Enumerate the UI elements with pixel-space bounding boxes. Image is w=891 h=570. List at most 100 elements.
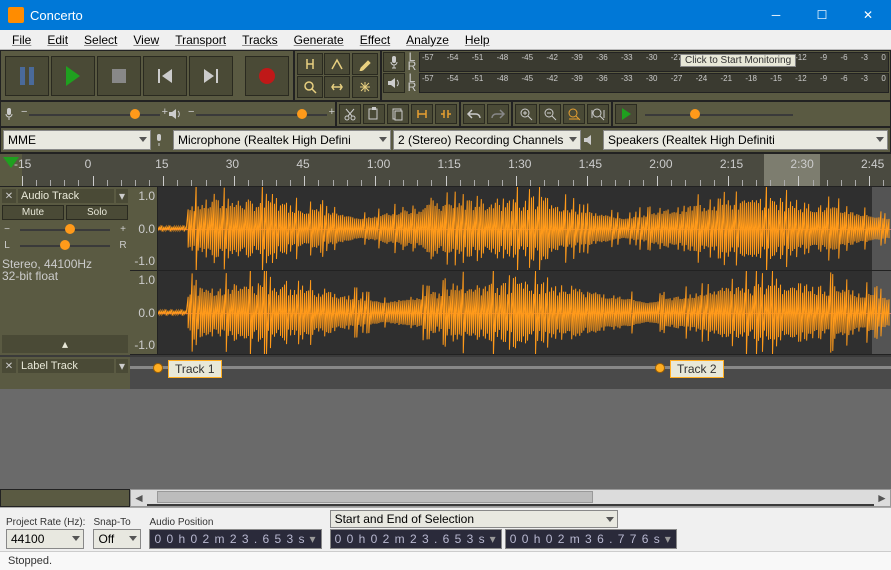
play-at-speed-button[interactable] <box>615 104 637 124</box>
audio-position-field[interactable]: 0 0 h 0 2 m 2 3 . 6 5 3 s▾ <box>149 529 321 549</box>
menu-generate[interactable]: Generate <box>286 31 352 49</box>
record-button[interactable] <box>245 56 289 96</box>
envelope-tool[interactable] <box>324 53 350 75</box>
menu-view[interactable]: View <box>125 31 167 49</box>
recording-channels-select[interactable]: 2 (Stereo) Recording Channels <box>393 130 581 150</box>
recording-volume-slider[interactable]: −+ <box>23 104 166 124</box>
track-control-panel: ✕ Audio Track ▾ Mute Solo − + L R Stereo… <box>0 187 130 355</box>
play-at-speed-toolbar <box>612 101 891 127</box>
label-track: ✕ Label Track ▾ Track 1 Track 2 <box>0 357 891 389</box>
label-track-name[interactable]: Label Track <box>18 359 114 373</box>
menu-file[interactable]: File <box>4 31 39 49</box>
menubar: File Edit Select View Transport Tracks G… <box>0 30 891 50</box>
trim-button[interactable] <box>411 104 433 124</box>
mic-meter-icon[interactable] <box>383 52 405 72</box>
app-icon <box>8 7 24 23</box>
zoom-out-button[interactable] <box>539 104 561 124</box>
label-track-close-button[interactable]: ✕ <box>2 359 16 373</box>
menu-select[interactable]: Select <box>76 31 125 49</box>
mic-icon <box>3 107 21 121</box>
zoom-tool[interactable] <box>297 76 323 98</box>
track-menu-button[interactable]: ▾ <box>116 189 128 203</box>
meter-lr-label-2: LR <box>407 74 417 92</box>
selection-toolbar: Project Rate (Hz): 44100 Snap-To Off Aud… <box>0 508 891 551</box>
speaker-meter-icon[interactable] <box>383 73 405 93</box>
project-rate-label: Project Rate (Hz): <box>6 517 85 528</box>
track-name[interactable]: Audio Track <box>18 189 114 203</box>
meter-hint: Click to Start Monitoring <box>680 54 796 67</box>
vertical-scale: 1.00.0-1.0 <box>130 187 158 270</box>
label-marker-1[interactable] <box>158 363 163 373</box>
track-format-info: Stereo, 44100Hz 32-bit float <box>2 258 128 282</box>
menu-effect[interactable]: Effect <box>352 31 398 49</box>
pause-button[interactable] <box>5 56 49 96</box>
selection-tool[interactable] <box>297 53 323 75</box>
close-button[interactable]: ✕ <box>845 0 891 30</box>
draw-tool[interactable] <box>352 53 378 75</box>
transport-toolbar <box>0 50 294 101</box>
selection-end-field[interactable]: 0 0 h 0 2 m 3 6 . 7 7 6 s▾ <box>505 529 677 549</box>
multi-tool[interactable] <box>352 76 378 98</box>
label-2[interactable]: Track 2 <box>670 360 724 378</box>
playback-speed-slider[interactable] <box>639 104 799 124</box>
tools-toolbar <box>294 50 381 101</box>
device-toolbar: MME Microphone (Realtek High Defini 2 (S… <box>0 127 891 153</box>
label-track-menu-button[interactable]: ▾ <box>116 359 128 373</box>
vertical-scale-2: 1.00.0-1.0 <box>130 271 158 354</box>
status-bar: Stopped. <box>0 551 891 570</box>
audio-host-select[interactable]: MME <box>3 130 151 150</box>
project-rate-select[interactable]: 44100 <box>6 529 84 549</box>
titlebar: Concerto ─ ☐ ✕ <box>0 0 891 30</box>
menu-transport[interactable]: Transport <box>167 31 234 49</box>
edit-toolbar <box>336 101 460 127</box>
fit-selection-button[interactable] <box>563 104 585 124</box>
playback-meter[interactable]: -57-54-51-48-45-42-39-36-33-30-27-24-21-… <box>419 73 889 93</box>
track-collapse-button[interactable]: ▴ <box>2 335 128 353</box>
paste-button[interactable] <box>387 104 409 124</box>
waveform-right[interactable]: 1.00.0-1.0 <box>130 271 891 355</box>
mixer-toolbar: −+ −+ <box>0 101 336 127</box>
timeline[interactable]: -1501530451:001:151:301:452:002:152:302:… <box>0 153 891 187</box>
label-marker-2[interactable] <box>660 363 665 373</box>
speaker-icon <box>168 108 188 120</box>
zoom-toolbar <box>512 101 612 127</box>
undo-toolbar <box>460 101 512 127</box>
recording-device-select[interactable]: Microphone (Realtek High Defini <box>173 130 391 150</box>
minimize-button[interactable]: ─ <box>753 0 799 30</box>
window-title: Concerto <box>30 8 753 23</box>
copy-button[interactable] <box>363 104 385 124</box>
menu-help[interactable]: Help <box>457 31 498 49</box>
menu-analyze[interactable]: Analyze <box>398 31 457 49</box>
label-1[interactable]: Track 1 <box>168 360 222 378</box>
label-area[interactable]: Track 1 Track 2 <box>130 357 891 389</box>
mute-button[interactable]: Mute <box>2 205 64 220</box>
maximize-button[interactable]: ☐ <box>799 0 845 30</box>
cut-button[interactable] <box>339 104 361 124</box>
zoom-in-button[interactable] <box>515 104 537 124</box>
solo-button[interactable]: Solo <box>66 205 128 220</box>
undo-button[interactable] <box>463 104 485 124</box>
timeshift-tool[interactable] <box>324 76 350 98</box>
track-gain-slider[interactable] <box>14 222 116 236</box>
track-pan-slider[interactable] <box>14 238 116 252</box>
playback-volume-slider[interactable]: −+ <box>190 104 333 124</box>
silence-button[interactable] <box>435 104 457 124</box>
skip-start-button[interactable] <box>143 56 187 96</box>
audio-track: ✕ Audio Track ▾ Mute Solo − + L R Stereo… <box>0 187 891 357</box>
selection-mode-select[interactable]: Start and End of Selection <box>330 510 618 528</box>
snap-to-select[interactable]: Off <box>93 529 141 549</box>
track-close-button[interactable]: ✕ <box>2 189 16 203</box>
menu-edit[interactable]: Edit <box>39 31 76 49</box>
meter-lr-label: LR <box>407 53 417 71</box>
skip-end-button[interactable] <box>189 56 233 96</box>
menu-tracks[interactable]: Tracks <box>234 31 286 49</box>
selection-start-field[interactable]: 0 0 h 0 2 m 2 3 . 6 5 3 s▾ <box>330 529 502 549</box>
horizontal-scrollbar[interactable]: ◄ ► <box>130 489 891 507</box>
waveform-left[interactable]: 1.00.0-1.0 <box>130 187 891 271</box>
fit-project-button[interactable] <box>587 104 609 124</box>
stop-button[interactable] <box>97 56 141 96</box>
play-button[interactable] <box>51 56 95 96</box>
redo-button[interactable] <box>487 104 509 124</box>
playback-device-select[interactable]: Speakers (Realtek High Definiti <box>603 130 888 150</box>
recording-meter[interactable]: -57-54-51-48-45-42-39-36-33-30-27-24-21-… <box>419 52 889 72</box>
